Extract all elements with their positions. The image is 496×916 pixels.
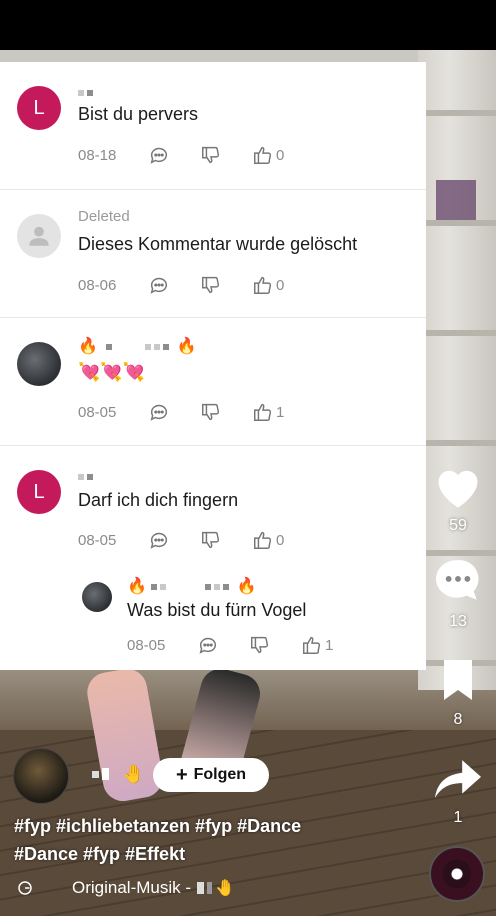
like-button[interactable]: 1	[252, 401, 284, 423]
reply-icon[interactable]	[148, 529, 170, 551]
reply-meta: 08-05 1	[127, 634, 333, 656]
comment-date: 08-18	[78, 146, 117, 164]
comment-meta: 08-06 0	[78, 274, 284, 296]
like-icon	[254, 146, 272, 164]
author-avatar[interactable]	[13, 748, 69, 804]
like-icon	[254, 276, 272, 294]
music-label: Original-Musik -	[72, 878, 192, 897]
author-handle[interactable]: 🤚	[92, 762, 144, 786]
share-button[interactable]: 1	[430, 756, 486, 827]
comment-date: 08-05	[78, 403, 117, 421]
like-icon	[303, 636, 321, 654]
like-button[interactable]: 0	[252, 144, 284, 166]
dislike-icon[interactable]	[200, 144, 222, 166]
comment-item: 🔥 🔥 💘💘💘 08-05 1	[0, 318, 426, 446]
like-count: 0	[276, 146, 285, 164]
comment-text: Bist du pervers	[78, 104, 199, 124]
like-count: 59	[449, 517, 467, 534]
comment-username[interactable]	[78, 468, 96, 485]
comments-panel: L Bist du pervers 08-18 0 Deleted Dieses…	[0, 62, 426, 670]
reply-icon[interactable]	[148, 144, 170, 166]
reply-icon[interactable]	[148, 274, 170, 296]
like-button[interactable]: 0	[252, 274, 284, 296]
dislike-icon[interactable]	[200, 529, 222, 551]
dislike-icon[interactable]	[200, 274, 222, 296]
dislike-icon[interactable]	[249, 634, 271, 656]
music-note-icon	[18, 881, 32, 895]
comments-button[interactable]: 13	[430, 556, 486, 631]
reply-date: 08-05	[127, 636, 166, 654]
like-button[interactable]: 1	[301, 634, 333, 656]
music-row[interactable]: Original-Musik - 🤚	[16, 876, 235, 900]
comment-count: 13	[449, 613, 467, 630]
comment-meta: 08-05 1	[78, 401, 284, 423]
comment-username[interactable]: Deleted	[78, 208, 130, 225]
comment-item: L Bist du pervers 08-18 0	[0, 62, 426, 190]
comment-meta: 08-05 0	[78, 529, 284, 551]
music-disc[interactable]	[429, 846, 485, 902]
comment-item: L Darf ich dich fingern 08-05 0 🔥 🔥 Was …	[0, 446, 426, 670]
comment-username[interactable]: 🔥 🔥	[78, 336, 197, 356]
avatar[interactable]: L	[17, 86, 61, 130]
comment-bubble-icon	[436, 560, 479, 600]
like-count: 1	[276, 403, 285, 421]
reply-username[interactable]: 🔥 🔥	[127, 576, 257, 596]
avatar[interactable]: L	[17, 470, 61, 514]
like-video-button[interactable]: 59	[430, 462, 486, 535]
like-icon	[254, 403, 272, 421]
user-icon	[29, 226, 49, 246]
like-count: 1	[325, 636, 334, 654]
heart-icon	[438, 470, 478, 508]
reply-icon[interactable]	[197, 634, 219, 656]
comment-text: Dieses Kommentar wurde gelöscht	[78, 234, 358, 254]
video-caption[interactable]: #fyp #ichliebetanzen #fyp #Dance #Dance …	[14, 812, 414, 868]
status-bar	[0, 0, 496, 50]
comment-item: Deleted Dieses Kommentar wurde gelöscht …	[0, 190, 426, 318]
comment-date: 08-06	[78, 276, 117, 294]
reply-avatar[interactable]	[82, 582, 112, 612]
plus-icon: +	[175, 763, 188, 786]
share-arrow-icon	[435, 760, 481, 798]
default-avatar[interactable]	[17, 214, 61, 258]
avatar[interactable]	[17, 342, 61, 386]
comment-text: Darf ich dich fingern	[78, 490, 239, 510]
like-count: 0	[276, 531, 285, 549]
reply-icon[interactable]	[148, 401, 170, 423]
dislike-icon[interactable]	[200, 401, 222, 423]
save-button[interactable]: 8	[430, 656, 486, 729]
comment-text: 💘💘💘	[78, 362, 146, 382]
share-count: 1	[453, 809, 463, 826]
bookmark-icon	[444, 660, 472, 700]
comment-date: 08-05	[78, 531, 117, 549]
like-icon	[254, 531, 272, 549]
reply-text: Was bist du fürn Vogel	[127, 600, 307, 620]
comment-meta: 08-18 0	[78, 144, 284, 166]
follow-button[interactable]: + Folgen	[153, 758, 269, 792]
comment-username[interactable]	[78, 84, 96, 101]
like-button[interactable]: 0	[252, 529, 284, 551]
like-count: 0	[276, 276, 285, 294]
save-count: 8	[453, 711, 463, 728]
